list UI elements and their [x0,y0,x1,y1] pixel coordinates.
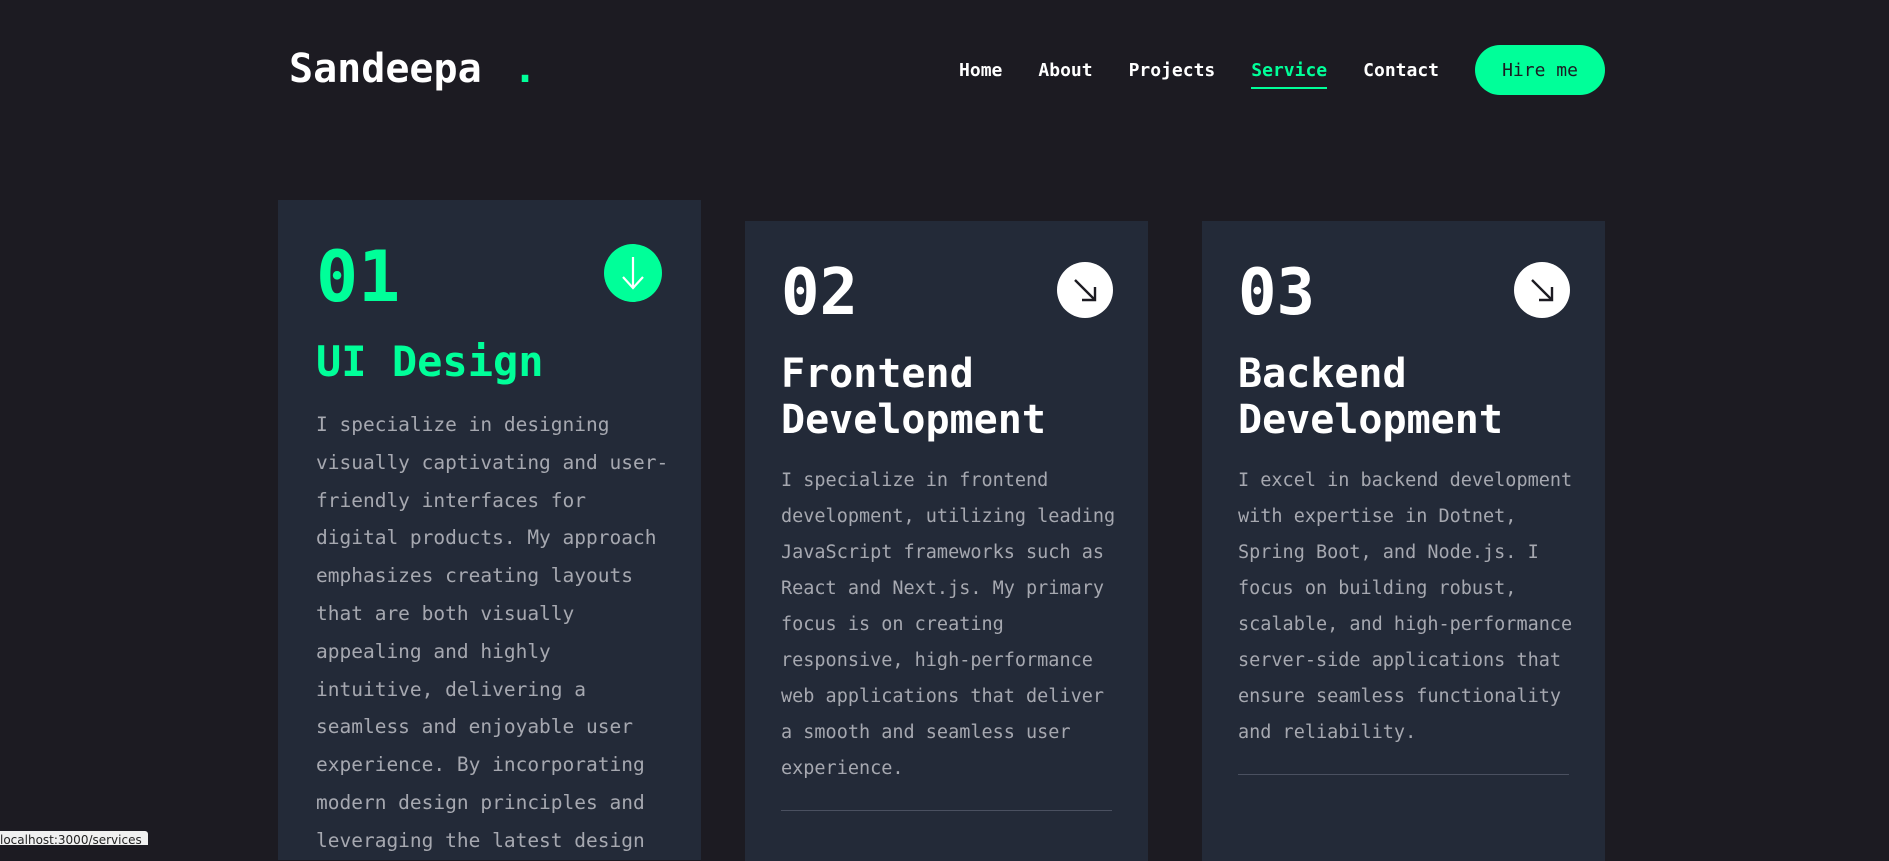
service-card-ui-design[interactable]: 01 UI Design I specialize in designing v… [278,200,701,860]
logo-dot: . [513,46,538,92]
nav-about[interactable]: About [1038,60,1092,81]
nav-projects[interactable]: Projects [1129,60,1216,81]
service-description: I excel in backend development with expe… [1238,470,1573,743]
arrow-down-icon[interactable] [604,244,662,302]
service-number: 03 [1238,256,1316,330]
hire-me-button[interactable]: Hire me [1475,45,1605,95]
service-number: 02 [781,256,859,330]
nav-home[interactable]: Home [959,60,1002,81]
nav-service[interactable]: Service [1251,60,1327,89]
card-divider [1238,774,1569,775]
service-title: Frontend Development [781,351,1046,443]
service-card-frontend[interactable]: 02 Frontend Development I specialize in … [745,221,1148,861]
service-number: 01 [316,236,401,318]
service-card-backend[interactable]: 03 Backend Development I excel in backen… [1202,221,1605,861]
service-description: I specialize in designing visually capti… [316,413,669,852]
logo-text[interactable]: Sandeepa [289,46,482,92]
service-title: UI Design [316,337,544,386]
arrow-down-right-icon[interactable] [1057,262,1113,318]
status-bar-url: localhost:3000/services [0,831,148,845]
card-divider [781,810,1112,811]
service-title: Backend Development [1238,351,1503,443]
arrow-down-right-icon[interactable] [1514,262,1570,318]
service-description: I specialize in frontend development, ut… [781,470,1116,779]
nav-contact[interactable]: Contact [1363,60,1439,81]
main-nav: Home About Projects Service Contact Hire… [959,45,1605,95]
site-header: Sandeepa . Home About Projects Service C… [289,40,1605,100]
